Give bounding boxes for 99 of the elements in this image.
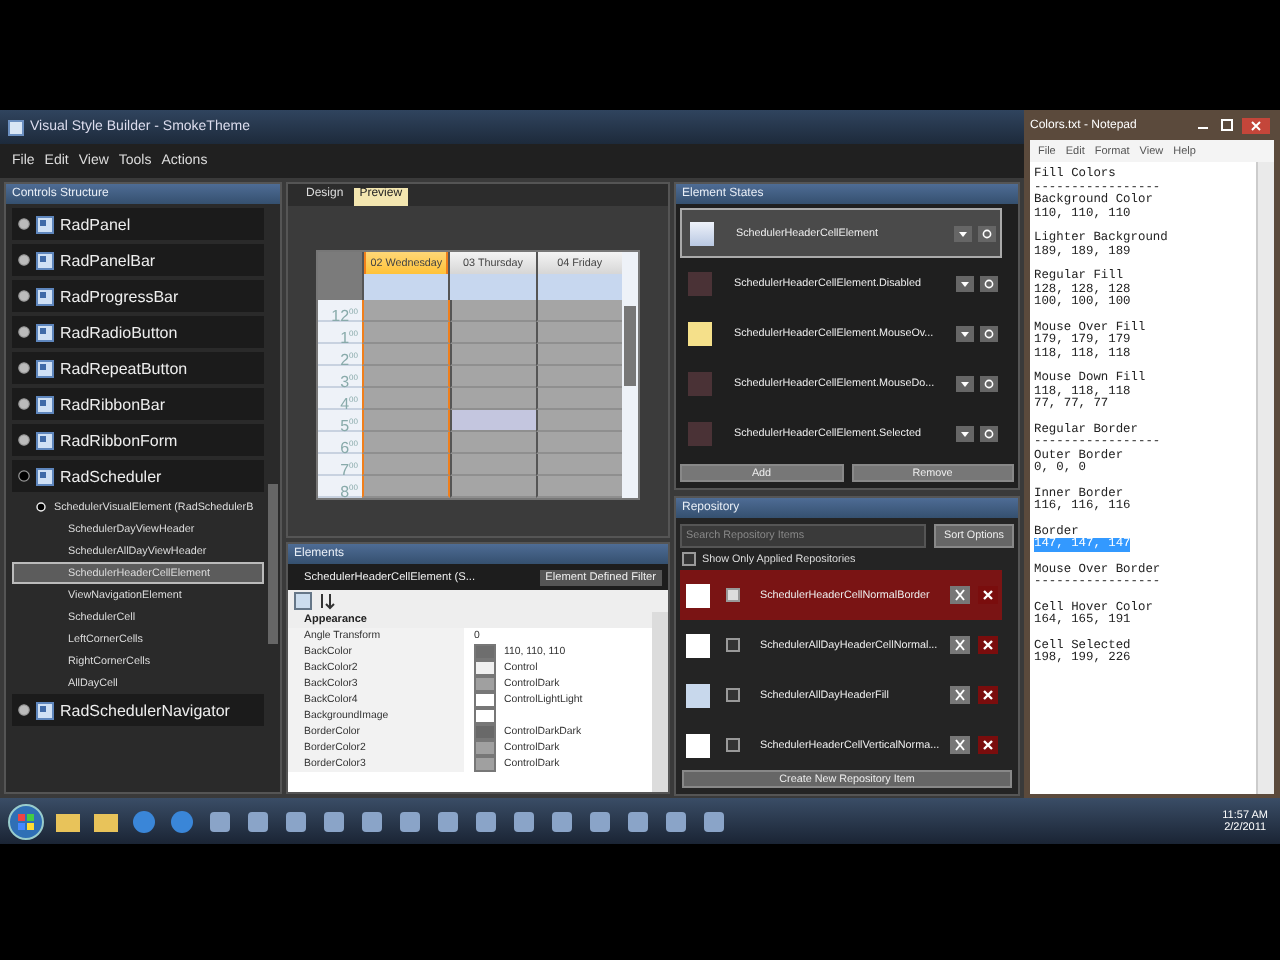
time-slot[interactable] bbox=[536, 322, 622, 344]
circle-icon[interactable] bbox=[978, 225, 996, 241]
control-icon bbox=[36, 359, 54, 377]
globe-icon[interactable] bbox=[130, 809, 158, 833]
state-preview-icon bbox=[688, 321, 712, 345]
close-icon[interactable] bbox=[1242, 117, 1270, 133]
app-icon[interactable] bbox=[624, 809, 652, 833]
time-slot[interactable] bbox=[450, 300, 536, 322]
app-icon[interactable] bbox=[434, 809, 462, 833]
circle-icon[interactable] bbox=[980, 375, 998, 391]
delete-icon[interactable] bbox=[978, 636, 998, 654]
delete-icon[interactable] bbox=[978, 686, 998, 704]
state-preview-icon bbox=[688, 421, 712, 445]
time-slot[interactable] bbox=[536, 410, 622, 432]
checkbox[interactable] bbox=[726, 688, 740, 702]
state-preview-icon bbox=[688, 271, 712, 295]
tree-item[interactable]: RadRibbonForm bbox=[12, 424, 264, 456]
tree-item[interactable]: RadRadioButton bbox=[12, 316, 264, 348]
app-icon[interactable] bbox=[244, 809, 272, 833]
time-slot[interactable] bbox=[536, 300, 622, 322]
checkbox[interactable] bbox=[726, 738, 740, 752]
scrollbar[interactable] bbox=[624, 306, 636, 386]
expand-icon[interactable] bbox=[18, 704, 30, 716]
app-icon[interactable] bbox=[700, 809, 728, 833]
checkbox[interactable] bbox=[726, 588, 740, 602]
delete-icon[interactable] bbox=[978, 586, 998, 604]
delete-icon[interactable] bbox=[978, 736, 998, 754]
dropdown-icon[interactable] bbox=[956, 325, 974, 341]
globe-icon[interactable] bbox=[168, 809, 196, 833]
control-icon bbox=[36, 215, 54, 233]
control-icon bbox=[36, 251, 54, 269]
collapse-icon[interactable] bbox=[18, 470, 30, 482]
control-icon bbox=[36, 431, 54, 449]
folder-icon[interactable] bbox=[54, 809, 82, 833]
circle-icon[interactable] bbox=[980, 275, 998, 291]
app-icon[interactable] bbox=[282, 809, 310, 833]
folder-icon[interactable] bbox=[92, 809, 120, 833]
time-slot[interactable] bbox=[536, 454, 622, 476]
state-preview-icon bbox=[690, 221, 714, 245]
expand-icon[interactable] bbox=[18, 398, 30, 410]
time-slot[interactable] bbox=[536, 432, 622, 454]
dropdown-icon[interactable] bbox=[954, 225, 972, 241]
categorized-icon[interactable] bbox=[294, 592, 312, 610]
dropdown-icon[interactable] bbox=[956, 425, 974, 441]
time-slot[interactable] bbox=[536, 366, 622, 388]
time-slot[interactable] bbox=[450, 388, 536, 410]
expand-icon[interactable] bbox=[18, 326, 30, 338]
maximize-icon[interactable] bbox=[1218, 118, 1236, 132]
tree-item[interactable]: RadRepeatButton bbox=[12, 352, 264, 384]
app-icon[interactable] bbox=[586, 809, 614, 833]
app-icon[interactable] bbox=[548, 809, 576, 833]
app-icon[interactable] bbox=[358, 809, 386, 833]
tree-item[interactable]: RadRibbonBar bbox=[12, 388, 264, 420]
tree-item[interactable]: RadPanelBar bbox=[12, 244, 264, 276]
control-icon bbox=[36, 467, 54, 485]
scrollbar[interactable] bbox=[1256, 162, 1274, 794]
time-slot[interactable] bbox=[536, 388, 622, 410]
tree-item[interactable]: RadPanel bbox=[12, 208, 264, 240]
checkbox[interactable] bbox=[682, 552, 696, 566]
checkbox[interactable] bbox=[726, 638, 740, 652]
time-slot[interactable] bbox=[536, 344, 622, 366]
circle-icon[interactable] bbox=[980, 325, 998, 341]
dropdown-icon[interactable] bbox=[956, 375, 974, 391]
control-icon bbox=[36, 395, 54, 413]
expand-icon[interactable] bbox=[18, 254, 30, 266]
tree-item[interactable]: RadSchedulerNavigator bbox=[12, 694, 264, 726]
app-icon[interactable] bbox=[510, 809, 538, 833]
time-slot[interactable] bbox=[450, 344, 536, 366]
time-slot[interactable] bbox=[450, 410, 536, 432]
app-icon bbox=[8, 119, 24, 135]
time-slot[interactable] bbox=[450, 366, 536, 388]
app-icon[interactable] bbox=[472, 809, 500, 833]
time-slot[interactable] bbox=[450, 454, 536, 476]
tree-item[interactable]: RadScheduler bbox=[12, 460, 264, 492]
expand-icon[interactable] bbox=[18, 434, 30, 446]
control-icon bbox=[36, 287, 54, 305]
app-icon[interactable] bbox=[396, 809, 424, 833]
all-day-cell[interactable] bbox=[450, 274, 536, 300]
tree-item[interactable]: RadProgressBar bbox=[12, 280, 264, 312]
control-icon bbox=[36, 323, 54, 341]
expand-icon[interactable] bbox=[18, 362, 30, 374]
start-icon[interactable] bbox=[8, 803, 44, 839]
state-preview-icon bbox=[688, 371, 712, 395]
time-slot[interactable] bbox=[450, 322, 536, 344]
circle-icon[interactable] bbox=[980, 425, 998, 441]
app-icon[interactable] bbox=[320, 809, 348, 833]
time-slot[interactable] bbox=[536, 476, 622, 498]
app-icon[interactable] bbox=[662, 809, 690, 833]
control-icon bbox=[36, 701, 54, 719]
dropdown-icon[interactable] bbox=[956, 275, 974, 291]
time-slot[interactable] bbox=[450, 476, 536, 498]
sort-icon[interactable] bbox=[318, 592, 336, 610]
expand-icon[interactable] bbox=[18, 290, 30, 302]
scrollbar[interactable] bbox=[268, 484, 278, 644]
all-day-cell[interactable] bbox=[364, 274, 449, 300]
all-day-cell[interactable] bbox=[537, 274, 622, 300]
app-icon[interactable] bbox=[206, 809, 234, 833]
time-slot[interactable] bbox=[450, 432, 536, 454]
expand-icon[interactable] bbox=[18, 218, 30, 230]
